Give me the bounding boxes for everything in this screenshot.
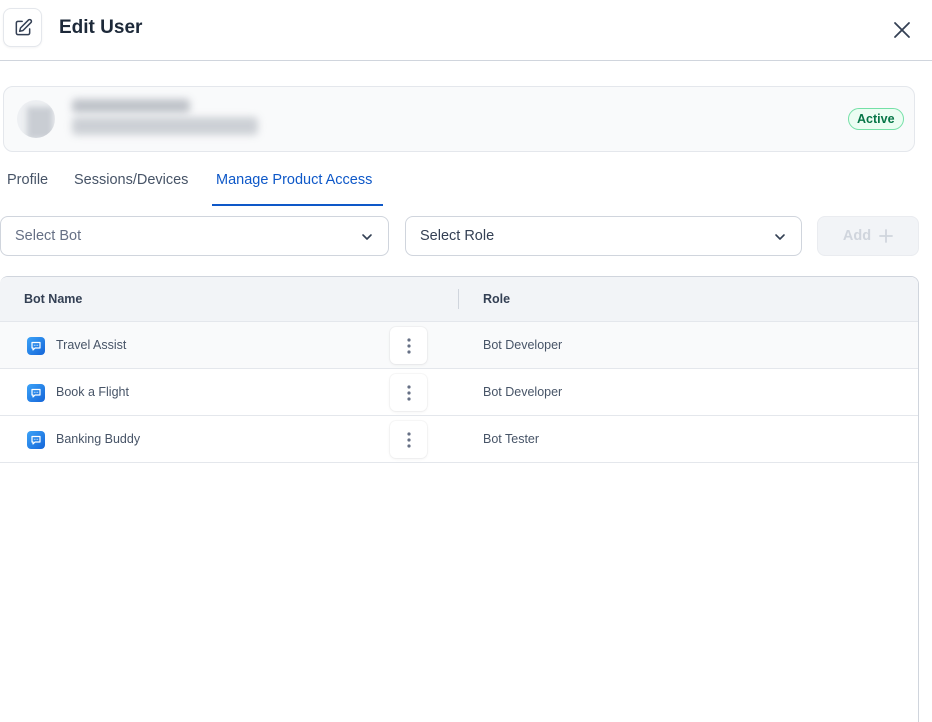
redacted-user-name	[72, 99, 190, 113]
edit-icon-box	[3, 8, 42, 47]
table-row[interactable]: Book a Flight Bot Developer	[0, 369, 918, 416]
select-role-placeholder: Select Role	[420, 228, 495, 244]
role-cell: Bot Developer	[483, 338, 563, 352]
more-vertical-icon	[406, 337, 411, 354]
column-divider[interactable]	[458, 289, 459, 309]
table-row[interactable]: Banking Buddy Bot Tester	[0, 416, 918, 463]
row-menu-button[interactable]	[390, 374, 427, 411]
more-vertical-icon	[406, 431, 411, 448]
product-access-table: Bot Name Role Travel Assist Bot Develope	[0, 276, 919, 722]
row-menu-button[interactable]	[390, 421, 427, 458]
tab-sessions-devices[interactable]: Sessions/Devices	[74, 160, 188, 206]
select-bot-placeholder: Select Bot	[15, 228, 82, 244]
select-bot-dropdown[interactable]: Select Bot	[0, 216, 389, 256]
page-title: Edit User	[59, 17, 143, 38]
row-menu-button[interactable]	[390, 327, 427, 364]
status-badge: Active	[848, 108, 904, 130]
column-header-bot-name: Bot Name	[24, 292, 83, 306]
panel-header: Edit User	[0, 0, 932, 61]
select-role-dropdown[interactable]: Select Role	[405, 216, 802, 256]
table-header: Bot Name Role	[0, 277, 918, 322]
tab-bar: Profile Sessions/Devices Manage Product …	[0, 160, 932, 206]
redacted-user-email	[72, 117, 258, 135]
table-row[interactable]: Travel Assist Bot Developer	[0, 322, 918, 369]
more-vertical-icon	[406, 384, 411, 401]
role-cell: Bot Developer	[483, 385, 563, 399]
close-icon	[894, 22, 910, 38]
edit-pencil-icon	[15, 18, 32, 35]
chat-bot-icon	[27, 384, 45, 402]
role-cell: Bot Tester	[483, 432, 540, 446]
tab-manage-product-access[interactable]: Manage Product Access	[212, 160, 383, 206]
avatar	[17, 100, 55, 138]
bot-name: Banking Buddy	[56, 432, 141, 446]
edit-user-panel: Edit User Active Profile Sessions/Device…	[0, 0, 932, 722]
user-summary-card: Active	[3, 86, 915, 152]
chat-bot-icon	[27, 431, 45, 449]
column-header-role: Role	[483, 292, 511, 306]
add-button[interactable]: Add	[817, 216, 919, 256]
bot-name: Travel Assist	[56, 338, 127, 352]
bot-name: Book a Flight	[56, 385, 129, 399]
chevron-down-icon	[775, 234, 785, 240]
add-label: Add	[842, 228, 872, 244]
tab-profile[interactable]: Profile	[7, 160, 48, 206]
close-button[interactable]	[888, 16, 916, 44]
chevron-down-icon	[362, 234, 372, 240]
chat-bot-icon	[27, 337, 45, 355]
plus-icon	[879, 229, 893, 243]
